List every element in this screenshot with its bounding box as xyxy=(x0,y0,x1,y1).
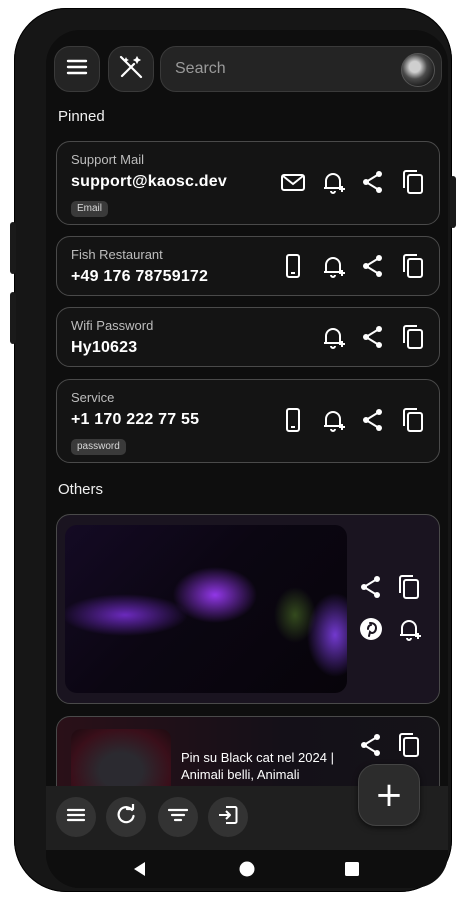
import-button[interactable] xyxy=(208,797,248,837)
bottom-menu-button[interactable] xyxy=(56,797,96,837)
avatar[interactable] xyxy=(401,53,435,87)
plus-icon: + xyxy=(374,775,404,815)
share-icon[interactable] xyxy=(357,573,385,601)
card-label: Service xyxy=(71,390,115,405)
refresh-button[interactable] xyxy=(106,797,146,837)
share-icon[interactable] xyxy=(359,168,387,196)
volume-down-button xyxy=(10,292,16,344)
volume-up-button xyxy=(10,222,16,274)
magic-wand-off-icon xyxy=(118,54,144,85)
link-actions xyxy=(357,731,423,759)
media-actions-row1 xyxy=(357,573,423,601)
power-button xyxy=(450,176,456,228)
copy-icon[interactable] xyxy=(395,573,423,601)
clean-button[interactable] xyxy=(108,46,154,92)
mail-icon[interactable] xyxy=(279,168,307,196)
share-icon[interactable] xyxy=(359,323,387,351)
pinned-card-fish-restaurant[interactable]: Fish Restaurant +49 176 78759172 xyxy=(56,236,440,296)
pinned-card-support-mail[interactable]: Support Mail support@kaosc.dev Email xyxy=(56,141,440,225)
card-actions xyxy=(279,406,427,434)
card-label: Fish Restaurant xyxy=(71,247,163,262)
copy-icon[interactable] xyxy=(399,168,427,196)
link-title: Pin su Black cat nel 2024 | Animali bell… xyxy=(181,750,334,782)
search-input[interactable] xyxy=(175,60,385,78)
card-tag: Email xyxy=(71,201,109,217)
bell-plus-icon[interactable] xyxy=(319,168,347,196)
card-actions xyxy=(319,323,427,351)
section-title-others: Others xyxy=(58,481,104,498)
card-value: Hy10623 xyxy=(71,339,138,356)
share-icon[interactable] xyxy=(359,252,387,280)
media-card-image[interactable] xyxy=(56,514,440,704)
card-value: +49 176 78759172 xyxy=(71,268,209,285)
phone-frame: Pinned Support Mail support@kaosc.dev Em… xyxy=(10,8,456,892)
copy-icon[interactable] xyxy=(399,252,427,280)
login-icon xyxy=(217,804,239,831)
search-bar[interactable] xyxy=(160,46,442,92)
pinterest-icon[interactable] xyxy=(357,615,385,643)
app-screen: Pinned Support Mail support@kaosc.dev Em… xyxy=(46,30,448,888)
refresh-icon xyxy=(115,802,137,831)
card-label: Support Mail xyxy=(71,152,144,167)
bell-plus-icon[interactable] xyxy=(395,615,423,643)
copy-icon[interactable] xyxy=(395,731,423,759)
menu-icon xyxy=(66,58,88,81)
system-navigation-bar xyxy=(46,850,448,888)
bell-plus-icon[interactable] xyxy=(319,252,347,280)
card-value: support@kaosc.dev xyxy=(71,173,227,190)
card-label: Wifi Password xyxy=(71,318,154,333)
menu-icon xyxy=(66,807,86,828)
back-icon[interactable] xyxy=(132,861,148,877)
card-value: +1 170 222 77 55 xyxy=(71,411,200,428)
filter-icon xyxy=(167,807,189,828)
home-icon[interactable] xyxy=(239,861,255,877)
copy-icon[interactable] xyxy=(399,406,427,434)
add-button[interactable]: + xyxy=(358,764,420,826)
bell-plus-icon[interactable] xyxy=(319,323,347,351)
card-actions xyxy=(279,252,427,280)
phone-icon[interactable] xyxy=(279,406,307,434)
phone-icon[interactable] xyxy=(279,252,307,280)
media-image[interactable] xyxy=(65,525,347,693)
pinned-card-service[interactable]: Service +1 170 222 77 55 password xyxy=(56,379,440,463)
menu-button[interactable] xyxy=(54,46,100,92)
recents-icon[interactable] xyxy=(345,862,359,876)
bell-plus-icon[interactable] xyxy=(319,406,347,434)
card-tag: password xyxy=(71,439,126,455)
filter-button[interactable] xyxy=(158,797,198,837)
share-icon[interactable] xyxy=(359,406,387,434)
copy-icon[interactable] xyxy=(399,323,427,351)
share-icon[interactable] xyxy=(357,731,385,759)
pinned-card-wifi-password[interactable]: Wifi Password Hy10623 xyxy=(56,307,440,367)
card-actions xyxy=(279,168,427,196)
section-title-pinned: Pinned xyxy=(58,108,105,125)
media-actions-row2 xyxy=(357,615,423,643)
